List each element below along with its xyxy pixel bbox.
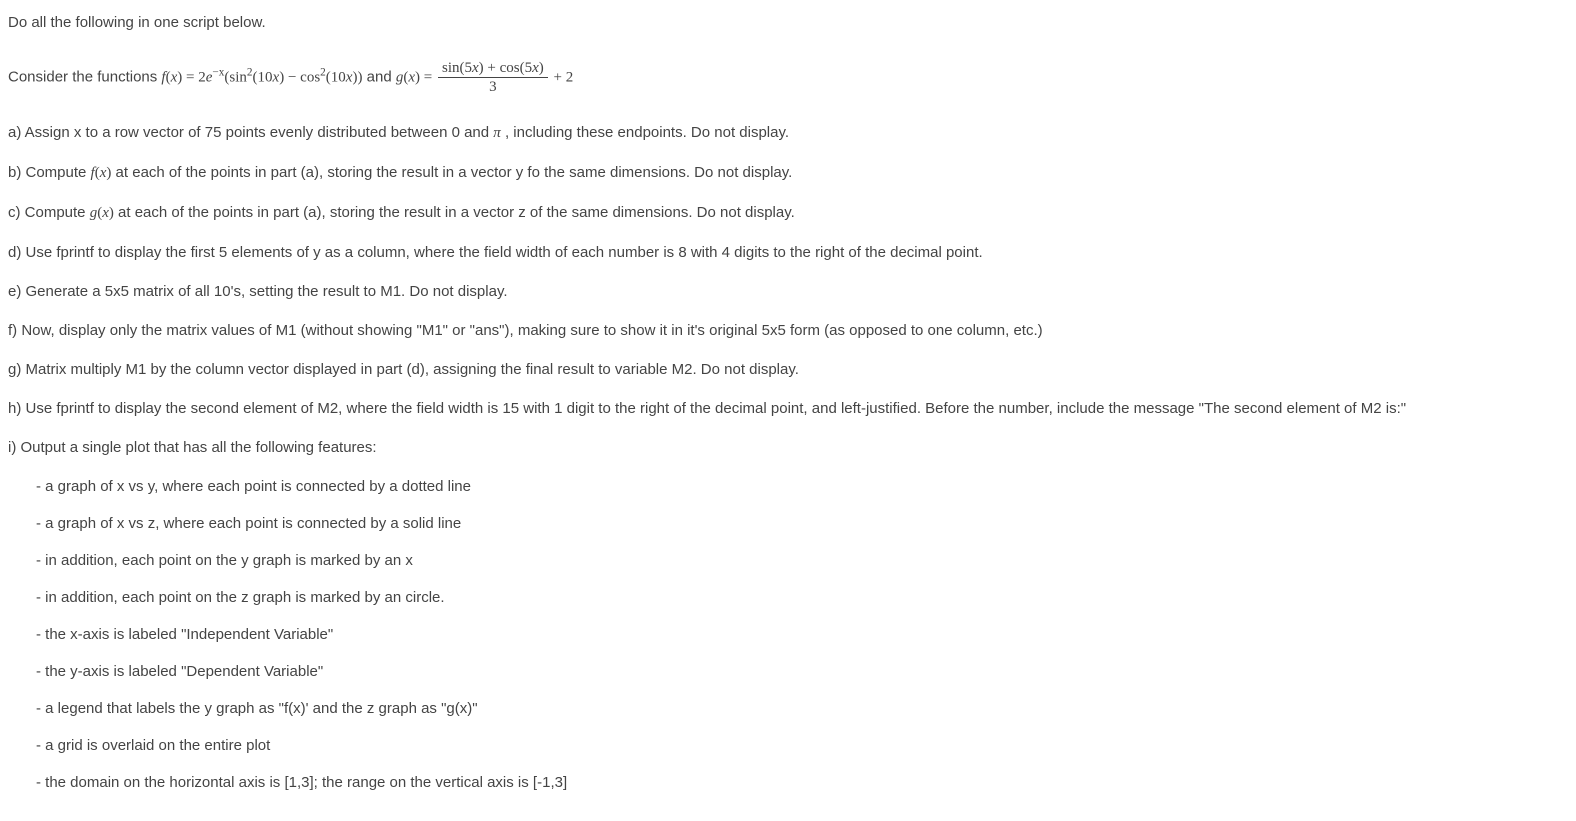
sub-ylabel: - the y-axis is labeled "Dependent Varia… xyxy=(36,661,1568,682)
x-var-c: x xyxy=(102,205,109,221)
num-close: ) xyxy=(539,60,544,76)
ten-x-2-a: 10 xyxy=(331,69,346,85)
part-g: g) Matrix multiply M1 by the column vect… xyxy=(8,359,1568,380)
num-5b: (5 xyxy=(520,60,533,76)
sub-xlabel: - the x-axis is labeled "Independent Var… xyxy=(36,624,1568,645)
part-c-suffix: at each of the points in part (a), stori… xyxy=(114,204,795,221)
part-c: c) Compute g(x) at each of the points in… xyxy=(8,202,1568,224)
two: 2 xyxy=(198,69,206,85)
intro-text: Do all the following in one script below… xyxy=(8,12,1568,33)
eq-2: = xyxy=(420,69,436,85)
part-b-suffix: at each of the points in part (a), stori… xyxy=(111,164,792,181)
num-cos: ) + cos xyxy=(479,60,520,76)
pi-symbol: π xyxy=(493,125,501,141)
plus-two: + 2 xyxy=(550,69,573,85)
neg-x-sup: −x xyxy=(212,66,224,78)
part-b: b) Compute f(x) at each of the points in… xyxy=(8,162,1568,184)
fraction-denominator: 3 xyxy=(438,78,548,96)
part-a-prefix: a) Assign x to a row vector of 75 points… xyxy=(8,124,493,141)
x-var-2: x xyxy=(408,69,415,85)
sub-domain-range: - the domain on the horizontal axis is [… xyxy=(36,772,1568,793)
functions-definition: Consider the functions f(x) = 2e−x(sin2(… xyxy=(8,59,1568,96)
part-b-prefix: b) Compute xyxy=(8,164,91,181)
part-c-prefix: c) Compute xyxy=(8,204,90,221)
sub-grid: - a grid is overlaid on the entire plot xyxy=(36,735,1568,756)
part-h: h) Use fprintf to display the second ele… xyxy=(8,398,1568,419)
part-i-sublist: - a graph of x vs y, where each point is… xyxy=(8,476,1568,793)
part-a-suffix: , including these endpoints. Do not disp… xyxy=(501,124,789,141)
neg-x-sup-txt: −x xyxy=(212,66,224,78)
and-text: and xyxy=(362,68,395,85)
ten-x-1-a: 10 xyxy=(258,69,273,85)
eq-1: = xyxy=(182,69,198,85)
num-sin: sin xyxy=(442,60,460,76)
sub-legend: - a legend that labels the y graph as "f… xyxy=(36,698,1568,719)
part-d: d) Use fprintf to display the first 5 el… xyxy=(8,242,1568,263)
sub-z-mark-circle: - in addition, each point on the z graph… xyxy=(36,587,1568,608)
part-i: i) Output a single plot that has all the… xyxy=(8,437,1568,458)
num-x2: x xyxy=(532,60,539,76)
cos-1: cos xyxy=(300,69,320,85)
consider-prefix: Consider the functions xyxy=(8,68,161,85)
num-5a: (5 xyxy=(460,60,473,76)
sub-solid-line: - a graph of x vs z, where each point is… xyxy=(36,513,1568,534)
part-f: f) Now, display only the matrix values o… xyxy=(8,320,1568,341)
part-e: e) Generate a 5x5 matrix of all 10's, se… xyxy=(8,281,1568,302)
sub-dotted-line: - a graph of x vs y, where each point is… xyxy=(36,476,1568,497)
minus: − xyxy=(284,69,300,85)
sin-1: sin xyxy=(229,69,247,85)
part-a: a) Assign x to a row vector of 75 points… xyxy=(8,122,1568,144)
fraction-numerator: sin(5x) + cos(5x) xyxy=(438,59,548,78)
num-x1: x xyxy=(472,60,479,76)
sub-y-mark-x: - in addition, each point on the y graph… xyxy=(36,550,1568,571)
fraction: sin(5x) + cos(5x)3 xyxy=(438,59,548,96)
